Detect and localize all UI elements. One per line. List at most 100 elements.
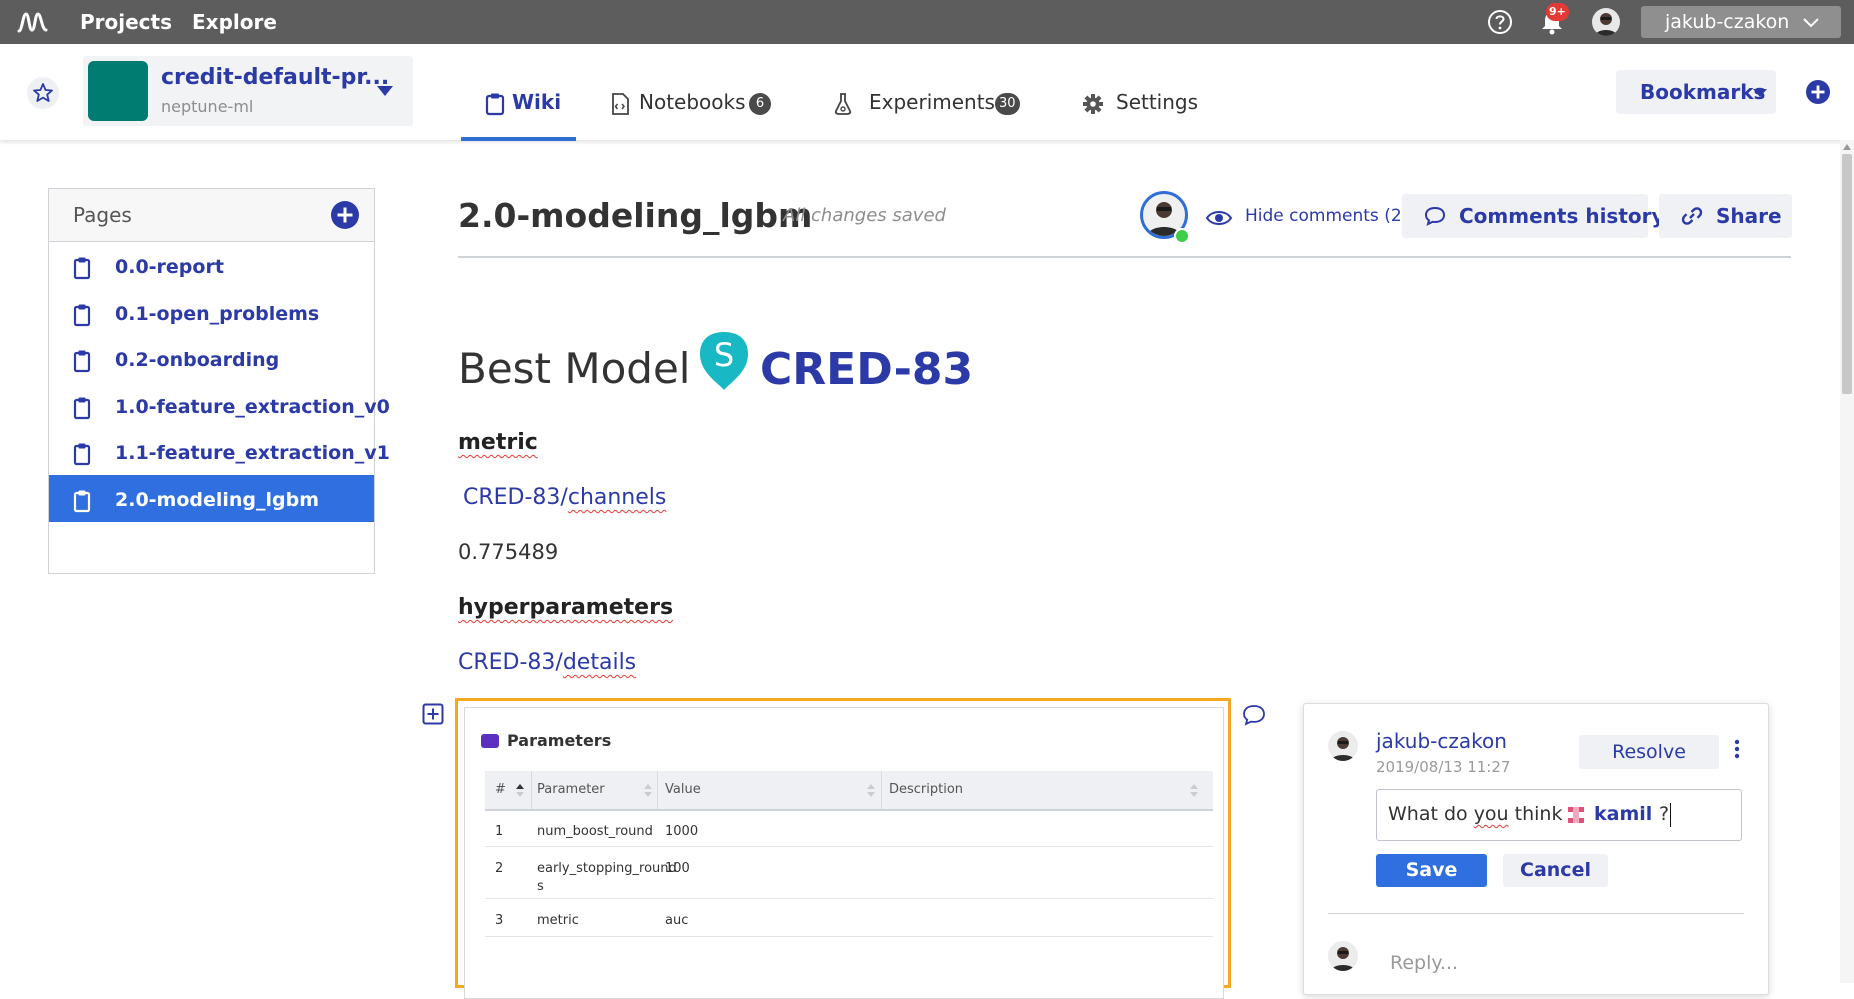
table-row: 3 metric auc [485, 898, 1213, 937]
title-divider [458, 256, 1791, 258]
pages-header: Pages [49, 189, 374, 242]
tab-notebooks-label: Notebooks [639, 90, 746, 114]
page-scrollbar[interactable] [1840, 140, 1854, 983]
content-heading: Best Model [458, 344, 691, 393]
scroll-up-icon[interactable] [1843, 144, 1851, 150]
chevron-down-icon [1803, 18, 1819, 28]
share-label: Share [1716, 204, 1782, 228]
clipboard-icon [73, 350, 91, 373]
comment-divider [1328, 913, 1744, 914]
cell-number: 3 [495, 913, 504, 928]
column-divider [881, 771, 882, 809]
hyper-link-word: details [562, 650, 637, 675]
parameters-widget: Parameters # Parameter Value Description… [464, 707, 1224, 999]
nav-projects-link[interactable]: Projects [80, 10, 172, 34]
tab-wiki[interactable]: Wiki [484, 90, 584, 134]
clipboard-icon [73, 304, 91, 326]
favorite-button[interactable] [27, 77, 59, 109]
column-divider [531, 771, 532, 809]
comment-edit-input[interactable]: What do you think kamil ? [1376, 789, 1742, 841]
neptune-logo-icon[interactable] [16, 9, 50, 35]
metric-heading: metric [458, 430, 538, 455]
sort-icon[interactable] [515, 782, 525, 798]
top-navbar: Projects Explore 9+ jakub-czakon [0, 0, 1854, 44]
table-row: 2 early_stopping_round s 100 [485, 846, 1213, 899]
project-name: credit-default-pr... [161, 65, 390, 90]
svg-text:S: S [714, 336, 734, 374]
sort-icon[interactable] [1189, 782, 1199, 798]
sidebar-page-item[interactable]: 0.1-open_problems [49, 289, 374, 336]
cell-parameter: early_stopping_round s [537, 861, 677, 894]
speech-bubble-icon[interactable] [1241, 704, 1267, 726]
share-button[interactable]: Share [1659, 194, 1792, 238]
sidebar-page-item[interactable]: 1.1-feature_extraction_v1 [49, 428, 390, 475]
metric-link-prefix: CRED-83/ [463, 485, 568, 510]
comments-history-button[interactable]: Comments history [1402, 194, 1665, 238]
col-header-parameter: Parameter [537, 782, 605, 797]
user-avatar[interactable] [1592, 8, 1620, 36]
notification-badge: 9+ [1546, 3, 1569, 21]
active-tab-indicator [461, 137, 576, 141]
help-icon[interactable] [1486, 8, 1514, 36]
code-icon [481, 734, 499, 748]
tab-notebooks[interactable]: Notebooks 6 [609, 90, 779, 134]
sidebar-page-item[interactable]: 0.0-report [49, 242, 374, 289]
metric-channels-link[interactable]: CRED-83/channels [463, 485, 666, 510]
project-header: credit-default-pr... neptune-ml Wiki Not… [0, 44, 1854, 141]
pages-title: Pages [73, 203, 132, 227]
nav-explore-link[interactable]: Explore [192, 10, 277, 34]
table-row: 1 num_boost_round 1000 [485, 809, 1213, 847]
cancel-comment-button[interactable]: Cancel [1503, 854, 1608, 887]
bookmarks-label: Bookmarks [1640, 80, 1766, 104]
reply-input[interactable]: Reply... [1390, 952, 1458, 974]
clipboard-icon [73, 397, 91, 419]
col-header-number: # [495, 782, 506, 797]
experiments-count-badge: 30 [995, 93, 1020, 115]
user-mention[interactable]: kamil [1594, 803, 1652, 825]
hide-comments-label: Hide comments (2) [1245, 206, 1409, 226]
parameters-widget-frame[interactable]: Parameters # Parameter Value Description… [455, 698, 1231, 999]
metric-value: 0.775489 [458, 540, 559, 564]
clipboard-icon [485, 93, 505, 116]
tab-experiments-label: Experiments [869, 90, 995, 114]
comment-author[interactable]: jakub-czakon [1376, 729, 1507, 753]
caret-down-icon [377, 86, 393, 96]
add-page-icon[interactable] [330, 200, 360, 230]
cell-parameter: num_boost_round [537, 824, 653, 839]
tab-experiments[interactable]: Experiments 30 [832, 90, 1024, 134]
sort-icon[interactable] [866, 782, 876, 798]
sort-icon[interactable] [643, 782, 653, 798]
plus-circle-icon[interactable] [1805, 79, 1831, 105]
sidebar-page-label: 0.0-report [115, 256, 224, 278]
caret-down-icon [1753, 89, 1767, 97]
comment-text-part: What do [1388, 803, 1474, 825]
project-organization: neptune-ml [161, 97, 254, 116]
speech-bubble-icon [1424, 206, 1446, 226]
comment-text-end: ? [1659, 803, 1670, 825]
hyperparameters-heading: hyperparameters [458, 595, 674, 620]
sidebar-page-label: 0.2-onboarding [115, 349, 280, 372]
resolve-button[interactable]: Resolve [1579, 735, 1719, 769]
user-menu-button[interactable]: jakub-czakon [1641, 6, 1841, 38]
save-comment-button[interactable]: Save [1376, 854, 1487, 887]
tab-settings[interactable]: Settings [1082, 90, 1198, 134]
cell-value: 100 [665, 861, 690, 876]
scrollbar-thumb[interactable] [1842, 154, 1852, 394]
project-selector[interactable]: credit-default-pr... neptune-ml [83, 56, 413, 126]
user-identicon-icon [1568, 807, 1584, 823]
col-header-value: Value [665, 782, 701, 797]
sidebar-page-label: 2.0-modeling_lgbm [115, 489, 320, 511]
hyperparameters-details-link[interactable]: CRED-83/details [458, 650, 636, 675]
sidebar-page-item[interactable]: 1.0-feature_extraction_v0 [49, 382, 390, 429]
sidebar-page-label: 1.0-feature_extraction_v0 [115, 395, 390, 418]
save-status: All changes saved [783, 205, 946, 226]
add-block-icon[interactable] [422, 703, 444, 725]
table-header: # Parameter Value Description [485, 771, 1213, 811]
reply-avatar [1328, 941, 1358, 971]
more-options-icon[interactable] [1729, 737, 1745, 761]
page-title[interactable]: 2.0-modeling_lgbm [458, 196, 812, 235]
sidebar-page-item[interactable]: 0.2-onboarding [49, 335, 374, 382]
bookmarks-button[interactable]: Bookmarks [1616, 70, 1776, 114]
sidebar-page-item[interactable]: 2.0-modeling_lgbm [49, 475, 374, 522]
experiment-link[interactable]: CRED-83 [760, 344, 973, 395]
